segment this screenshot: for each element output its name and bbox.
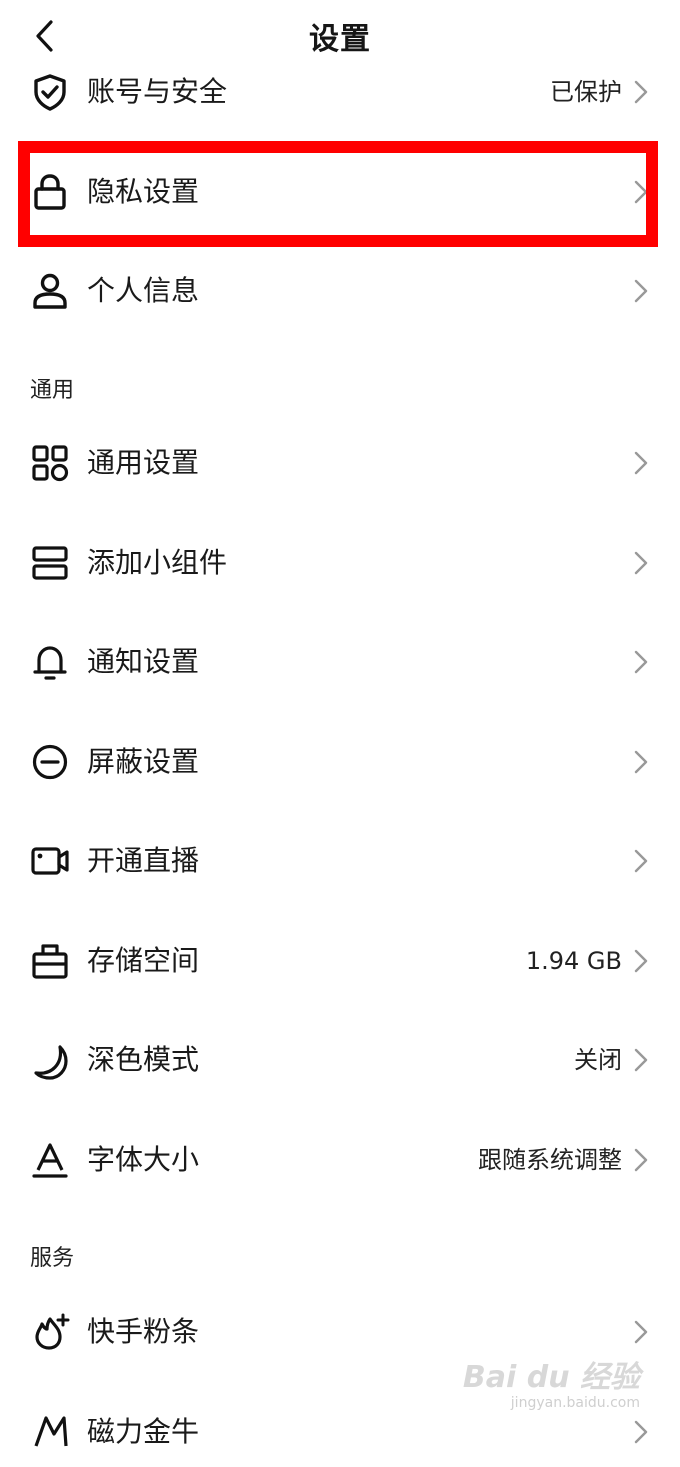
chevron-right-icon [634, 1148, 648, 1172]
settings-item-account-security[interactable]: 账号与安全 已保护 [0, 57, 680, 127]
highlight-box [18, 141, 658, 247]
minus-circle-icon [32, 744, 68, 780]
magnet-icon [34, 1416, 68, 1447]
chevron-right-icon [634, 1048, 648, 1072]
settings-item-value: 1.94 GB [525, 947, 622, 975]
widget-icon [32, 546, 68, 580]
settings-item-value: 已保护 [550, 78, 622, 106]
storage-icon [32, 944, 68, 979]
settings-item-label: 账号与安全 [87, 75, 228, 108]
chevron-right-icon [634, 1420, 648, 1444]
chevron-right-icon [634, 451, 648, 475]
settings-item-general[interactable]: 通用设置 [0, 428, 680, 498]
font-size-icon [32, 1143, 68, 1178]
page-title: 设置 [309, 22, 371, 57]
settings-item-personal-info[interactable]: 个人信息 [0, 256, 680, 326]
settings-item-label: 深色模式 [87, 1043, 200, 1076]
grid-icon [32, 445, 69, 482]
chevron-right-icon [634, 551, 648, 575]
chevron-right-icon [634, 949, 648, 973]
settings-item-label: 屏蔽设置 [87, 745, 200, 778]
chevron-right-icon [634, 750, 648, 774]
settings-item-label: 个人信息 [87, 274, 200, 307]
chevron-right-icon [634, 80, 648, 104]
settings-item-label: 磁力金牛 [87, 1415, 200, 1448]
settings-item-label: 开通直播 [87, 844, 200, 877]
watermark-url: jingyan.baidu.com [510, 1395, 640, 1411]
settings-item-notifications[interactable]: 通知设置 [0, 627, 680, 697]
moon-icon [34, 1045, 68, 1080]
settings-item-value: 跟随系统调整 [478, 1146, 622, 1174]
settings-item-label: 通知设置 [87, 645, 200, 678]
chevron-right-icon [634, 849, 648, 873]
bell-icon [33, 646, 67, 680]
flame-plus-icon [35, 1313, 70, 1350]
settings-item-add-widget[interactable]: 添加小组件 [0, 528, 680, 598]
shield-check-icon [34, 74, 66, 111]
watermark-logo: Bai du 经验 [462, 1360, 640, 1395]
settings-item-font-size[interactable]: 字体大小 跟随系统调整 [0, 1125, 680, 1195]
settings-item-label: 存储空间 [87, 944, 200, 977]
section-header-general: 通用 [30, 378, 75, 403]
settings-item-label: 通用设置 [87, 446, 200, 479]
section-header-services: 服务 [30, 1246, 75, 1271]
person-icon [33, 273, 67, 309]
settings-item-label: 添加小组件 [87, 546, 228, 579]
settings-item-label: 快手粉条 [87, 1315, 200, 1348]
settings-item-label: 字体大小 [87, 1143, 200, 1176]
settings-item-storage[interactable]: 存储空间 1.94 GB [0, 926, 680, 996]
settings-item-dark-mode[interactable]: 深色模式 关闭 [0, 1025, 680, 1095]
chevron-right-icon [634, 650, 648, 674]
video-camera-icon [31, 847, 69, 875]
settings-item-block[interactable]: 屏蔽设置 [0, 727, 680, 797]
chevron-right-icon [634, 1320, 648, 1344]
settings-item-value: 关闭 [574, 1046, 622, 1074]
chevron-right-icon [634, 279, 648, 303]
settings-item-live[interactable]: 开通直播 [0, 826, 680, 896]
